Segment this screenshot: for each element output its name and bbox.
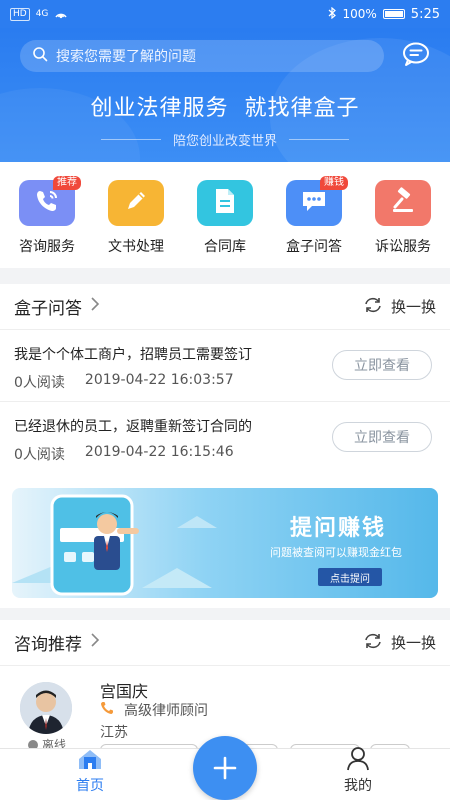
view-now-button[interactable]: 立即查看 bbox=[332, 422, 432, 452]
qa-list-item[interactable]: 已经退休的员工，返聘重新签订合同的 0人阅读 2019-04-22 16:15:… bbox=[0, 402, 450, 474]
service-icon-bg bbox=[375, 180, 431, 226]
pencil-icon bbox=[121, 186, 151, 220]
qa-meta: 0人阅读 2019-04-22 16:15:46 bbox=[14, 444, 234, 464]
qa-refresh-button[interactable]: 换一换 bbox=[363, 296, 436, 318]
qa-section: 盒子问答 换一换 我是个个体工商户，招聘员工需要签订 0人阅读 2019-04-… bbox=[0, 284, 450, 480]
ask-question-banner[interactable]: 提问赚钱 问题被查阅可以赚现金红包 点击提问 bbox=[12, 488, 438, 598]
plus-icon bbox=[212, 748, 238, 788]
nav-mine[interactable]: 我的 bbox=[318, 747, 398, 800]
section-title: 咨询推荐 bbox=[14, 635, 82, 655]
phone-icon bbox=[100, 701, 114, 719]
lawyer-card[interactable]: 离线 宫国庆 高级律师顾问 江苏 bbox=[0, 666, 450, 756]
chevron-right-icon bbox=[90, 296, 100, 317]
consult-section-title-link[interactable]: 咨询推荐 bbox=[14, 630, 100, 655]
chevron-right-icon bbox=[90, 632, 100, 653]
refresh-label: 换一换 bbox=[390, 634, 436, 652]
search-placeholder: 搜索您需要了解的问题 bbox=[56, 49, 196, 65]
lawyer-title-row: 高级律师顾问 bbox=[100, 700, 208, 720]
service-icon-bg: 赚钱 bbox=[286, 176, 348, 226]
search-input[interactable]: 搜索您需要了解的问题 bbox=[20, 40, 384, 72]
service-consult[interactable]: 推荐 咨询服务 bbox=[4, 162, 90, 268]
status-bar: HD 4G 100% 5:25 bbox=[0, 0, 450, 28]
signal-indicator: 4G bbox=[35, 9, 49, 19]
lawyer-city: 江苏 bbox=[100, 725, 128, 741]
service-label: 文书处理 bbox=[108, 239, 164, 255]
message-button[interactable] bbox=[400, 42, 432, 70]
message-icon bbox=[401, 41, 431, 71]
service-qa[interactable]: 赚钱 盒子问答 bbox=[271, 162, 357, 268]
hero-subslogan-row: 陪您创业改变世界 bbox=[0, 130, 450, 149]
ask-now-button[interactable]: 点击提问 bbox=[318, 568, 382, 586]
qa-timestamp: 2019-04-22 16:15:46 bbox=[84, 444, 234, 460]
qa-read-count: 0人阅读 bbox=[14, 447, 65, 463]
service-label: 盒子问答 bbox=[286, 239, 342, 255]
clock: 5:25 bbox=[410, 6, 440, 22]
view-now-button[interactable]: 立即查看 bbox=[332, 350, 432, 380]
qa-list-item[interactable]: 我是个个体工商户，招聘员工需要签订 0人阅读 2019-04-22 16:03:… bbox=[0, 330, 450, 402]
qa-read-count: 0人阅读 bbox=[14, 375, 65, 391]
service-label: 咨询服务 bbox=[19, 239, 75, 255]
document-icon bbox=[212, 186, 238, 220]
add-button[interactable] bbox=[193, 736, 257, 800]
battery-icon bbox=[382, 9, 405, 19]
badge-recommend: 推荐 bbox=[53, 176, 81, 190]
banner-subtitle: 问题被查阅可以赚现金红包 bbox=[270, 546, 402, 559]
service-contract-library[interactable]: 合同库 bbox=[182, 162, 268, 268]
divider bbox=[100, 139, 161, 140]
consult-refresh-button[interactable]: 换一换 bbox=[363, 632, 436, 654]
banner-title: 提问赚钱 bbox=[290, 516, 387, 541]
service-icon-bg bbox=[197, 180, 253, 226]
qa-question: 已经退休的员工，返聘重新签订合同的 bbox=[14, 419, 252, 435]
section-title: 盒子问答 bbox=[14, 299, 82, 319]
refresh-label: 换一换 bbox=[390, 298, 436, 316]
service-icon-bg: 推荐 bbox=[19, 176, 81, 226]
service-grid: 推荐 咨询服务 文书处理 合同库 赚钱 盒子问答 诉讼服务 bbox=[0, 162, 450, 268]
refresh-icon bbox=[363, 296, 383, 318]
consult-section-header: 咨询推荐 换一换 bbox=[0, 620, 450, 666]
bluetooth-icon bbox=[328, 6, 337, 22]
phone-chat-icon bbox=[32, 186, 62, 220]
user-icon bbox=[345, 745, 371, 775]
hotspot-icon bbox=[54, 7, 68, 22]
divider bbox=[289, 139, 349, 140]
home-icon bbox=[75, 747, 105, 775]
network-indicator: HD bbox=[10, 7, 30, 21]
refresh-icon bbox=[363, 632, 383, 654]
nav-label: 首页 bbox=[76, 778, 104, 794]
lawyer-title: 高级律师顾问 bbox=[124, 703, 208, 719]
avatar bbox=[20, 682, 72, 734]
service-litigation[interactable]: 诉讼服务 bbox=[360, 162, 446, 268]
qa-meta: 0人阅读 2019-04-22 16:03:57 bbox=[14, 372, 234, 392]
nav-label: 我的 bbox=[344, 778, 372, 794]
badge-earn: 赚钱 bbox=[320, 176, 348, 190]
qa-timestamp: 2019-04-22 16:03:57 bbox=[84, 372, 234, 388]
search-icon bbox=[32, 46, 48, 66]
battery-percent: 100% bbox=[342, 7, 377, 21]
lawyer-name: 宫国庆 bbox=[100, 682, 149, 701]
hero-slogan: 创业法律服务 就找律盒子 bbox=[90, 96, 360, 121]
chat-bubble-icon bbox=[299, 187, 329, 219]
service-label: 诉讼服务 bbox=[375, 239, 431, 255]
service-icon-bg bbox=[108, 180, 164, 226]
gavel-icon bbox=[388, 186, 418, 220]
qa-section-title-link[interactable]: 盒子问答 bbox=[14, 294, 100, 319]
service-label: 合同库 bbox=[204, 239, 246, 255]
hero-header: 搜索您需要了解的问题 创业法律服务 就找律盒子 陪您创业改变世界 bbox=[0, 28, 450, 162]
hero-subslogan: 陪您创业改变世界 bbox=[172, 134, 277, 149]
qa-question: 我是个个体工商户，招聘员工需要签订 bbox=[14, 347, 252, 363]
service-document[interactable]: 文书处理 bbox=[93, 162, 179, 268]
consult-section: 咨询推荐 换一换 离线 宫国庆 高级律师顾问 江苏 bbox=[0, 620, 450, 756]
qa-section-header: 盒子问答 换一换 bbox=[0, 284, 450, 330]
nav-home[interactable]: 首页 bbox=[50, 749, 130, 800]
